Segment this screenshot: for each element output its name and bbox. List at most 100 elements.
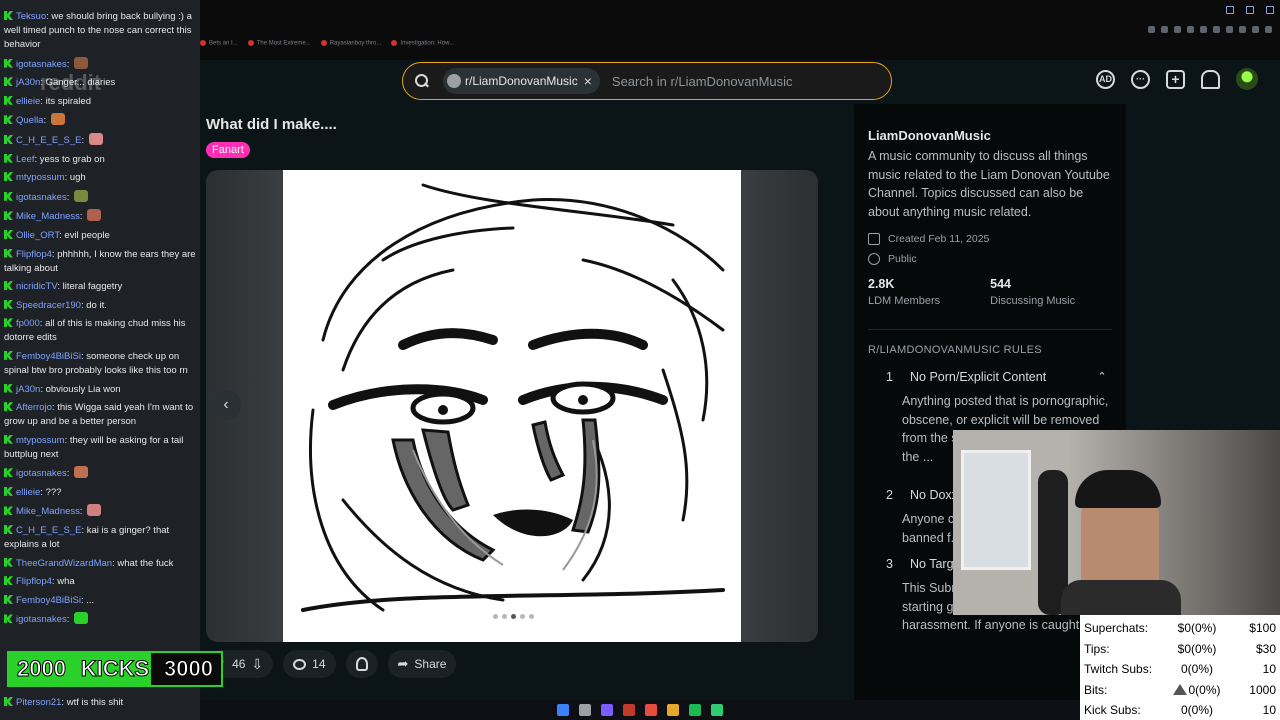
chat-username[interactable]: fp000: [16, 318, 40, 329]
extension-icon[interactable]: [1174, 26, 1181, 33]
extension-icon[interactable]: [1161, 26, 1168, 33]
bookmark-2[interactable]: The Most Extreme...: [247, 40, 311, 54]
minimize-icon[interactable]: [1226, 6, 1234, 14]
chat-username[interactable]: Femboy4BiBiSi: [16, 595, 81, 606]
carousel-dot[interactable]: [493, 614, 498, 619]
extension-icon[interactable]: [1213, 26, 1220, 33]
extension-icon[interactable]: [1252, 26, 1259, 33]
chat-username[interactable]: Femboy4BiBiSi: [16, 351, 81, 362]
chat-username[interactable]: Mike_Madness: [16, 211, 80, 222]
chat-username[interactable]: jA30n: [16, 77, 40, 88]
chat-username[interactable]: mtypossum: [16, 172, 65, 183]
carousel-dot[interactable]: [511, 614, 516, 619]
chat-username[interactable]: Leef: [16, 154, 35, 165]
start-icon[interactable]: [557, 704, 569, 716]
carousel-dots[interactable]: [493, 614, 534, 619]
extension-icon[interactable]: [1265, 26, 1272, 33]
comment-icon: [293, 658, 307, 670]
search-input[interactable]: r/LiamDonovanMusic × Search in r/LiamDon…: [402, 62, 892, 100]
carousel-dot[interactable]: [502, 614, 507, 619]
folder-icon[interactable]: [667, 704, 679, 716]
windows-taskbar: [200, 700, 1080, 720]
bookmark-3[interactable]: Rayasianboy thro...: [320, 40, 381, 54]
donation-goal: 1000: [1249, 682, 1276, 697]
chat-username[interactable]: jA30n: [16, 384, 40, 395]
chat-username[interactable]: Quella: [16, 115, 43, 126]
chat-username[interactable]: ellieie: [16, 487, 40, 498]
kick-badge-icon: [4, 248, 13, 258]
search-icon[interactable]: [579, 704, 591, 716]
donation-progress: $0(0%): [1177, 641, 1217, 656]
chat-username[interactable]: Flipflop4: [16, 576, 52, 587]
chat-icon[interactable]: ···: [1131, 69, 1150, 89]
share-button[interactable]: ➦ Share: [387, 650, 457, 678]
chat-text: obviously Lia won: [45, 383, 121, 395]
award-button[interactable]: [345, 650, 378, 678]
chat-message: Mike_Madness:: [4, 209, 198, 224]
close-window-icon[interactable]: [1266, 6, 1274, 14]
chat-username[interactable]: igotasnakes: [16, 59, 67, 70]
community-stats: 2.8K LDM Members 544 Discussing Music: [868, 277, 1112, 307]
carousel-dot[interactable]: [520, 614, 525, 619]
subreddit-search-chip[interactable]: r/LiamDonovanMusic ×: [443, 68, 600, 94]
chat-username[interactable]: nicridicTV: [16, 281, 57, 292]
chat-text: wha: [57, 576, 75, 588]
rule-item[interactable]: 1 No Porn/Explicit Content ⌃: [868, 370, 1112, 384]
chat-username[interactable]: Ollie_ORT: [16, 230, 59, 241]
donation-label: Bits:: [1084, 682, 1108, 697]
downvote-icon[interactable]: ⇩: [251, 656, 263, 673]
extension-icon[interactable]: [1226, 26, 1233, 33]
chat-username[interactable]: ellieie: [16, 96, 40, 107]
stat-label: LDM Members: [868, 295, 941, 307]
chrome-icon[interactable]: [645, 704, 657, 716]
chat-username[interactable]: C_H_E_E_S_E: [16, 525, 81, 536]
chat-username[interactable]: Mike_Madness: [16, 506, 80, 517]
chat-username[interactable]: igotasnakes: [16, 468, 67, 479]
app-icon[interactable]: [623, 704, 635, 716]
chat-message: Teksuo: we should bring back bullying :)…: [4, 11, 192, 50]
ad-icon[interactable]: AD: [1096, 69, 1115, 89]
maximize-icon[interactable]: [1246, 6, 1254, 14]
bookmark-4[interactable]: Investigation: How...: [391, 40, 454, 54]
chat-username[interactable]: Teksuo: [16, 11, 46, 22]
chat-username[interactable]: Speedracer190: [16, 300, 81, 311]
community-name[interactable]: LiamDonovanMusic: [868, 128, 1112, 143]
chat-username[interactable]: C_H_E_E_S_E: [16, 135, 81, 146]
fanart-sketch: [301, 183, 725, 612]
post-title[interactable]: What did I make....: [206, 116, 337, 133]
rule-number: 3: [886, 557, 893, 571]
chat-username[interactable]: igotasnakes: [16, 192, 67, 203]
chat-username[interactable]: Piterson21: [16, 697, 61, 708]
stat-value: 544: [990, 277, 1011, 291]
chevron-left-icon[interactable]: ‹: [211, 390, 241, 420]
chat-username[interactable]: mtypossum: [16, 435, 65, 446]
close-icon[interactable]: ×: [584, 73, 592, 89]
avatar[interactable]: [1236, 68, 1258, 90]
stat-value: 2.8K: [868, 277, 895, 291]
chat-username[interactable]: Flipflop4: [16, 249, 52, 260]
extension-icon[interactable]: [1187, 26, 1194, 33]
webcam-shirt: [1061, 580, 1181, 615]
bell-icon[interactable]: [1201, 69, 1220, 89]
carousel-dot[interactable]: [529, 614, 534, 619]
bookmark-1[interactable]: Bets an I...: [200, 40, 238, 54]
kicks-goal: 3000: [164, 656, 214, 682]
chat-username[interactable]: Afterrojo: [16, 402, 52, 413]
kick-badge-icon: [4, 468, 13, 478]
post-media[interactable]: ‹: [206, 170, 818, 642]
comments-button[interactable]: 14: [283, 650, 336, 678]
created-date: Created Feb 11, 2025: [888, 233, 990, 245]
app-icon[interactable]: [711, 704, 723, 716]
extension-icon[interactable]: [1148, 26, 1155, 33]
discord-icon[interactable]: [601, 704, 613, 716]
spotify-icon[interactable]: [689, 704, 701, 716]
chat-username[interactable]: igotasnakes: [16, 614, 67, 625]
chevron-up-icon[interactable]: ⌃: [1092, 370, 1112, 384]
chat-username[interactable]: TheeGrandWizardMan: [16, 558, 112, 569]
extension-icon[interactable]: [1200, 26, 1207, 33]
stat-members: 2.8K LDM Members: [868, 277, 940, 307]
create-icon[interactable]: +: [1166, 69, 1185, 89]
post-flair[interactable]: Fanart: [206, 142, 250, 158]
extension-icon[interactable]: [1239, 26, 1246, 33]
vote-count: 46: [232, 657, 246, 671]
